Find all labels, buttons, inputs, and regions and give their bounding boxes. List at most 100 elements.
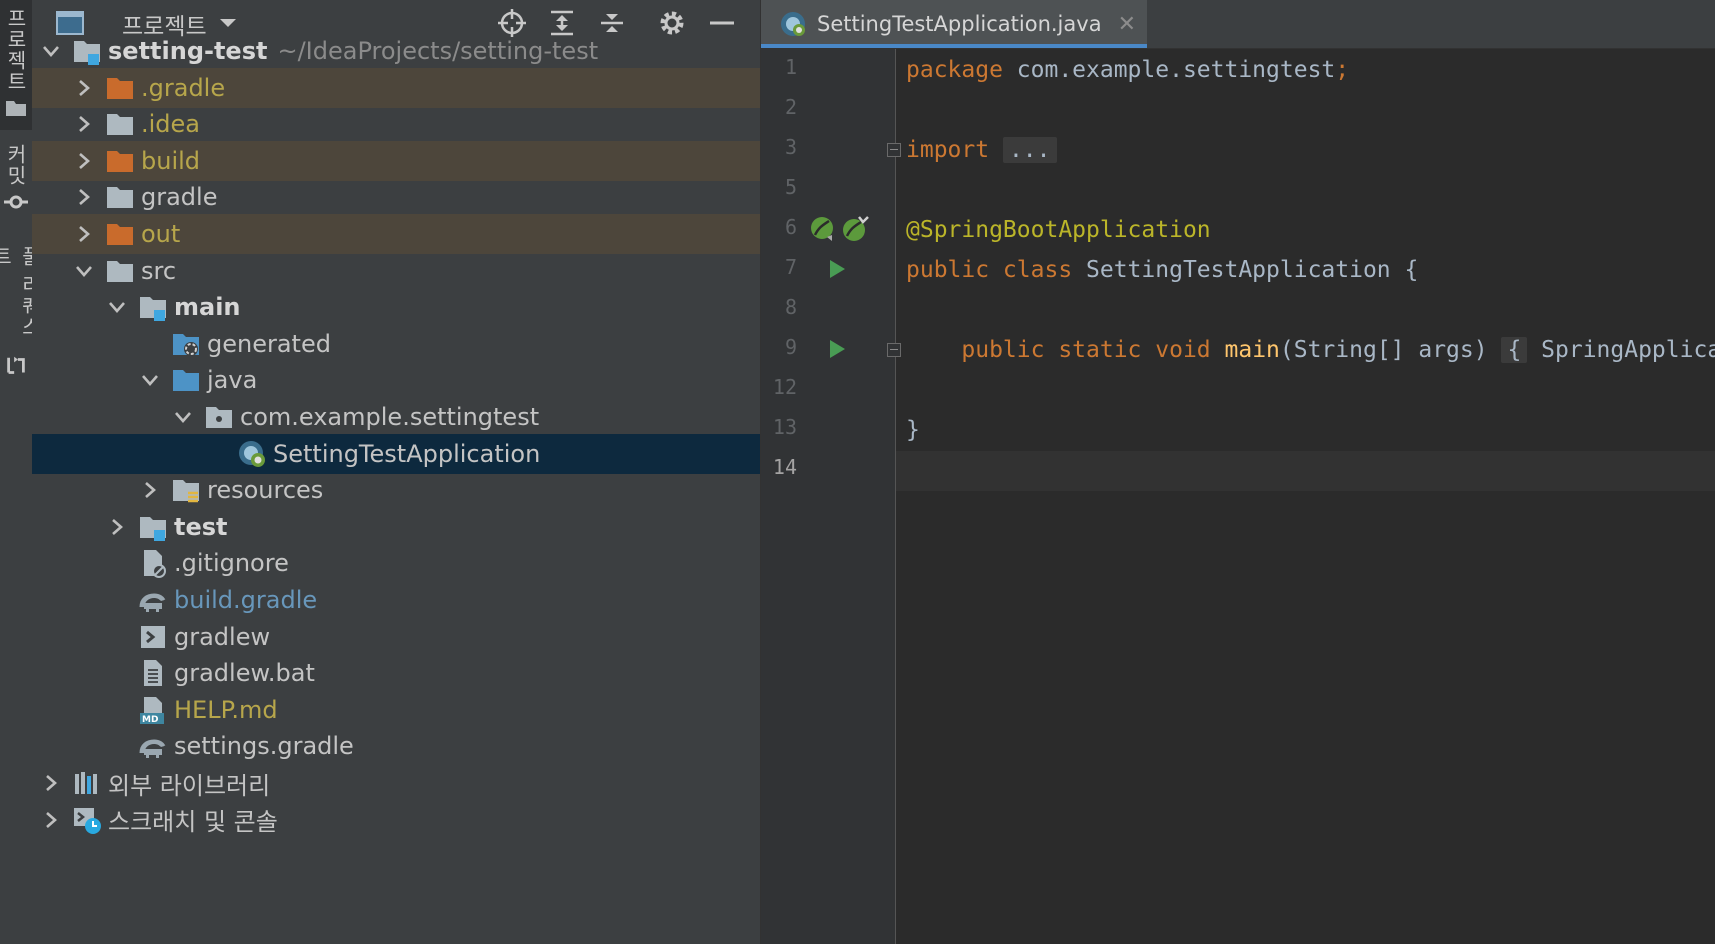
tree-item-label: com.example.settingtest <box>240 403 540 431</box>
strip-tab-pull-request[interactable]: 풀 리퀘스트 <box>0 246 42 376</box>
folded-code-placeholder[interactable]: ... <box>1002 137 1057 163</box>
tree-item-label: settings.gradle <box>174 732 354 761</box>
editor-tab[interactable]: SettingTestApplication.java ✕ <box>761 0 1147 48</box>
generated-folder-icon <box>173 333 199 356</box>
chevron-right-icon[interactable] <box>40 809 62 831</box>
folder-icon <box>107 260 133 282</box>
tree-row[interactable]: gradlew.bat <box>32 653 760 693</box>
tree-expander[interactable] <box>104 514 130 540</box>
folded-code-placeholder[interactable]: { <box>1501 337 1528 363</box>
fold-toggle-icon[interactable] <box>887 143 901 157</box>
tree-row[interactable]: SettingTestApplication <box>32 433 760 474</box>
code-token: } <box>906 417 920 443</box>
tree-expander[interactable] <box>38 807 64 833</box>
code-line[interactable]: import ... <box>906 130 1057 170</box>
tree-row[interactable]: src <box>32 251 760 291</box>
code-line[interactable]: } <box>906 410 920 450</box>
tree-row[interactable]: gradle <box>32 177 760 217</box>
tree-item-label: SettingTestApplication <box>273 439 541 468</box>
tree-item-label: .gitignore <box>174 549 289 578</box>
tree-expander[interactable] <box>104 294 130 320</box>
tree-row[interactable]: java <box>32 360 760 400</box>
gradle-file-icon <box>139 593 166 612</box>
code-line[interactable]: @SpringBootApplication <box>906 210 1211 250</box>
tree-row[interactable]: .gitignore <box>32 543 760 583</box>
tree-row[interactable]: settings.gradle <box>32 726 760 766</box>
tree-expander[interactable] <box>38 770 64 796</box>
run-icon[interactable] <box>827 258 847 280</box>
tree-row[interactable]: test <box>32 507 760 547</box>
tree-row[interactable]: out <box>32 214 760 254</box>
close-icon[interactable]: ✕ <box>1118 12 1136 37</box>
line-number: 2 <box>784 95 797 119</box>
chevron-right-icon[interactable] <box>73 186 95 208</box>
scratches-icon <box>74 807 101 834</box>
tree-item-label: setting-test <box>108 37 268 65</box>
tree-expander[interactable] <box>71 148 97 174</box>
code-token: public static void <box>961 337 1211 363</box>
tree-item-label: .idea <box>141 110 201 139</box>
tree-expander[interactable] <box>71 258 97 284</box>
chevron-right-icon[interactable] <box>73 77 95 99</box>
tree-row[interactable]: gradlew <box>32 617 760 657</box>
code-token: main <box>1224 337 1280 363</box>
tree-row[interactable]: resources <box>32 470 760 510</box>
code-line[interactable]: package com.example.settingtest; <box>906 50 1349 90</box>
tree-expander[interactable] <box>137 367 163 393</box>
code-line[interactable]: public static void main(String[] args) {… <box>906 330 1715 370</box>
tree-item-label: java <box>207 366 258 395</box>
tree-expander[interactable] <box>71 75 97 101</box>
pull-request-icon <box>7 356 25 374</box>
tree-row[interactable]: generated <box>32 324 760 364</box>
tree-row[interactable]: 외부 라이브러리 <box>32 763 760 803</box>
strip-tab-project[interactable]: 프로젝트 <box>0 0 32 130</box>
tree-row[interactable]: .gradle <box>32 67 760 108</box>
chevron-right-icon[interactable] <box>106 516 128 538</box>
tree-expander[interactable] <box>38 38 64 64</box>
tree-expander <box>104 660 130 686</box>
tree-expander[interactable] <box>170 404 196 430</box>
code-token: SettingTestApplication { <box>1072 257 1419 283</box>
chevron-down-icon[interactable] <box>172 406 194 428</box>
tree-row[interactable]: 스크래치 및 콘솔 <box>32 800 760 840</box>
tree-row[interactable]: build <box>32 140 760 181</box>
folder-icon <box>107 114 133 136</box>
module-folder-icon <box>140 297 166 322</box>
run-icon[interactable] <box>827 338 847 360</box>
chevron-right-icon[interactable] <box>40 772 62 794</box>
fold-toggle-icon[interactable] <box>887 343 901 357</box>
editor-gutter: 1 2 3 5 6 7 8 9 12 13 14 <box>761 49 901 944</box>
chevron-right-icon[interactable] <box>73 113 95 135</box>
tree-row[interactable]: main <box>32 287 760 327</box>
tree-row[interactable]: setting-test ~/IdeaProjects/setting-test <box>32 31 760 71</box>
tree-row[interactable]: MD HELP.md <box>32 690 760 730</box>
chevron-right-icon[interactable] <box>73 223 95 245</box>
tree-expander <box>104 587 130 613</box>
tree-expander[interactable] <box>137 477 163 503</box>
tree-expander[interactable] <box>71 111 97 137</box>
tree-row[interactable]: .idea <box>32 104 760 144</box>
chevron-right-icon[interactable] <box>73 150 95 172</box>
project-panel: 프로젝트 setting-test ~/IdeaProjects/setting-… <box>32 0 761 944</box>
tree-row[interactable]: com.example.settingtest <box>32 397 760 437</box>
package-icon <box>206 407 232 428</box>
tree-expander[interactable] <box>71 184 97 210</box>
chevron-down-icon[interactable] <box>139 369 161 391</box>
code-line[interactable]: public class SettingTestApplication { <box>906 250 1418 290</box>
strip-tab-commit[interactable]: 커밋 <box>0 144 32 224</box>
code-token: ; <box>1335 57 1350 83</box>
tree-expander[interactable] <box>71 221 97 247</box>
tree-row[interactable]: build.gradle <box>32 580 760 620</box>
chevron-down-icon[interactable] <box>106 296 128 318</box>
chevron-down-icon[interactable] <box>40 40 62 62</box>
tree-item-label: gradlew <box>174 622 271 651</box>
module-folder-icon <box>140 516 166 541</box>
strip-tab-project-label: 프로젝트 <box>3 8 28 92</box>
spring-config-icon[interactable] <box>841 215 869 243</box>
chevron-down-icon[interactable] <box>73 260 95 282</box>
chevron-right-icon[interactable] <box>139 479 161 501</box>
commit-icon <box>4 195 28 209</box>
code-token: (String[] args) <box>1279 337 1502 363</box>
spring-bean-icon[interactable] <box>809 215 837 243</box>
